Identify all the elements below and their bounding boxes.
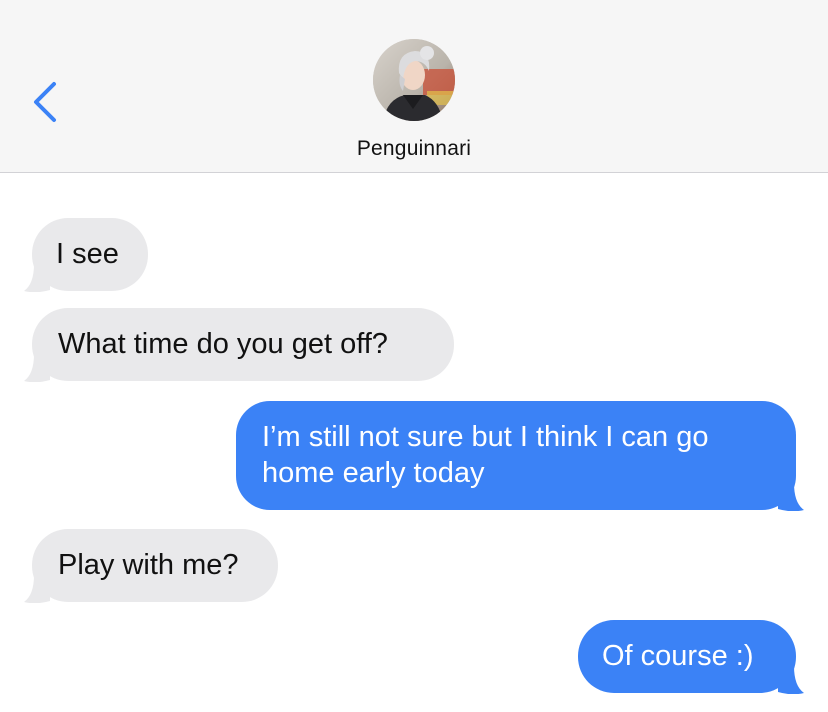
message-bubble-outgoing[interactable]: Of course :): [578, 620, 804, 694]
bubble-tail: [24, 575, 50, 603]
bubble-tail: [24, 354, 50, 382]
conversation-header: Penguinnari: [0, 0, 828, 173]
message-text-line: I’m still not sure but I think I can go: [262, 421, 709, 453]
chevron-left-icon: [34, 82, 56, 122]
message-text: What time do you get off?: [58, 328, 388, 360]
contact-name[interactable]: Penguinnari: [0, 137, 828, 161]
message-bubble-incoming[interactable]: Play with me?: [24, 529, 278, 603]
message-bubble-incoming[interactable]: What time do you get off?: [24, 308, 454, 382]
back-button[interactable]: [26, 78, 70, 126]
avatar[interactable]: [373, 39, 455, 121]
message-bubble-outgoing[interactable]: I’m still not sure but I think I can go …: [236, 401, 804, 511]
avatar-image: [373, 39, 455, 121]
message-text: Of course :): [602, 640, 754, 672]
bubble-tail: [778, 666, 804, 694]
message-thread[interactable]: I see What time do you get off? I’m stil…: [0, 174, 828, 712]
bubble-tail: [778, 483, 804, 511]
bubble-tail: [24, 264, 50, 292]
message-text-line: home early today: [262, 457, 485, 489]
message-text: I see: [56, 238, 119, 270]
message-text: Play with me?: [58, 549, 239, 581]
message-bubble-incoming[interactable]: I see: [24, 218, 148, 292]
